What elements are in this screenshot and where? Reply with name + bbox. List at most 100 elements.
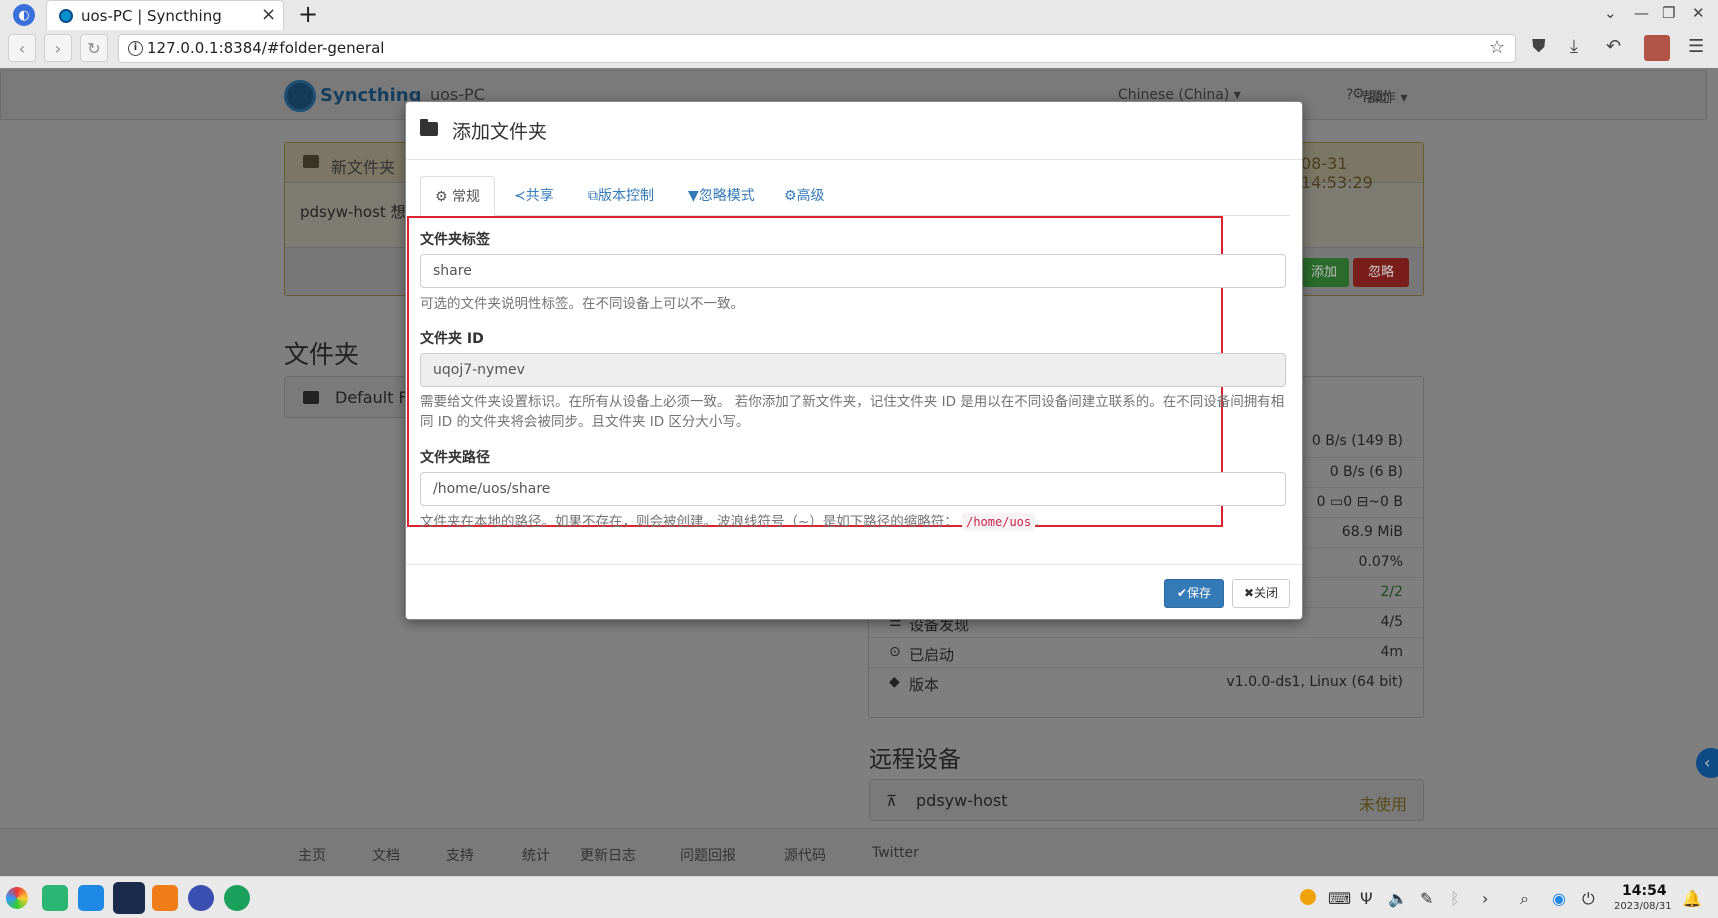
back-icon[interactable]: ‹ — [8, 34, 36, 62]
side-panel-toggle-icon[interactable]: ‹ — [1696, 748, 1718, 778]
url-text[interactable]: 127.0.0.1:8384/#folder-general — [147, 39, 384, 57]
share-icon: ≺ — [514, 188, 526, 204]
clock-date[interactable]: 2023/08/31 — [1614, 901, 1672, 912]
extension-icon[interactable]: ⛊ — [1532, 36, 1546, 57]
ignore-button[interactable]: 忽略 — [1353, 258, 1409, 287]
user-avatar[interactable] — [1644, 35, 1670, 61]
footer-link-changelog[interactable]: 更新日志 — [580, 845, 636, 865]
close-window-icon[interactable]: ✕ — [1692, 4, 1705, 22]
tab-ignore-patterns[interactable]: ▼忽略模式 — [674, 176, 769, 216]
folder-id-help: 需要给文件夹设置标识。在所有从设备上必须一致。 若你添加了新文件夹，记住文件夹 … — [420, 394, 1285, 430]
browser-tab[interactable]: uos-PC | Syncthing × — [46, 0, 284, 30]
notice-time: 08-31 14:53:29 — [1301, 154, 1373, 192]
tag-icon: ◆ — [889, 674, 900, 690]
remote-device-name: pdsyw-host — [916, 791, 1008, 810]
add-button[interactable]: 添加 — [1299, 258, 1349, 287]
stat-value: 0.07% — [1358, 554, 1403, 570]
stat-value: 4/5 — [1380, 614, 1403, 630]
close-label: 关闭 — [1254, 586, 1279, 600]
footer-link-stats[interactable]: 统计 — [522, 845, 550, 865]
save-button[interactable]: ✔保存 — [1164, 579, 1224, 608]
browser-nav-bar: ‹ › ↻ i 127.0.0.1:8384/#folder-general ☆… — [0, 30, 1718, 68]
stat-row: ⊙ 已启动 4m — [869, 637, 1423, 667]
stat-value: 0 ▭0 ⊟~0 B — [1316, 494, 1403, 510]
notification-bell-icon[interactable]: 🔔 — [1682, 889, 1702, 908]
notice-title: 新文件夹 — [331, 158, 396, 177]
footer-link-issues[interactable]: 问题回报 — [680, 845, 736, 865]
tab-label: 高级 — [796, 188, 825, 204]
tab-close-icon[interactable]: × — [261, 4, 276, 25]
stat-value: v1.0.0-ds1, Linux (64 bit) — [1226, 674, 1403, 690]
search-icon[interactable]: ⌕ — [1520, 889, 1529, 909]
settings-app-icon[interactable] — [188, 885, 214, 911]
download-icon[interactable]: ⤓ — [1570, 36, 1578, 57]
address-bar[interactable]: i 127.0.0.1:8384/#folder-general ☆ — [118, 34, 1516, 63]
folder-id-label: 文件夹 ID — [420, 331, 484, 347]
network-icon[interactable]: ◉ — [1552, 889, 1566, 908]
menu-icon[interactable]: ☰ — [1688, 36, 1704, 57]
folder-label-help: 可选的文件夹说明性标签。在不同设备上可以不一致。 — [420, 296, 744, 312]
folder-id-input[interactable] — [420, 353, 1286, 387]
maximize-icon[interactable]: ❐ — [1662, 4, 1675, 22]
remote-device-status: 未使用 — [1358, 795, 1407, 814]
syncthing-logo-icon — [284, 80, 316, 112]
home-path-code: /home/uos — [962, 513, 1036, 531]
new-tab-icon[interactable]: + — [298, 1, 318, 27]
minimize-icon[interactable]: — — [1634, 4, 1649, 22]
tab-general[interactable]: ⚙ 常规 — [420, 176, 496, 217]
keyboard-icon[interactable]: ⌨ — [1328, 889, 1351, 908]
footer-link-support[interactable]: 支持 — [446, 845, 474, 865]
chevron-right-icon[interactable]: › — [1482, 889, 1488, 908]
files-app-icon[interactable] — [152, 885, 178, 911]
browser-app-icon[interactable] — [113, 882, 145, 914]
browser-tab-bar: ◐ uos-PC | Syncthing × + ⌄ — ❐ ✕ — [0, 0, 1718, 30]
remote-device-item[interactable]: ⊼ pdsyw-host 未使用 — [869, 779, 1424, 821]
clock-time[interactable]: 14:54 — [1622, 883, 1667, 899]
volume-icon[interactable]: 🔈 — [1388, 889, 1408, 908]
browser-logo-icon[interactable]: ◐ — [13, 4, 35, 26]
site-info-icon[interactable]: i — [128, 41, 143, 56]
tab-advanced[interactable]: ⚙高级 — [770, 176, 839, 216]
page-footer: 主页 文档 支持 统计 更新日志 问题回报 源代码 Twitter — [0, 828, 1718, 876]
tab-title: uos-PC | Syncthing — [81, 7, 222, 25]
undo-icon[interactable]: ↶ — [1606, 36, 1621, 57]
footer-link-docs[interactable]: 文档 — [372, 845, 400, 865]
close-button[interactable]: ✖关闭 — [1232, 579, 1290, 608]
terminal-app-icon[interactable] — [42, 885, 68, 911]
folders-heading: 文件夹 — [284, 340, 360, 369]
input-method-icon[interactable] — [1300, 889, 1316, 905]
help-suffix: . — [1035, 514, 1040, 530]
footer-link-source[interactable]: 源代码 — [784, 845, 826, 865]
bookmark-star-icon[interactable]: ☆ — [1489, 37, 1505, 58]
actions-menu[interactable]: 操作 ▾ — [1368, 87, 1407, 107]
folder-icon — [420, 119, 438, 136]
folder-path-help: 文件夹在本地的路径。如果不存在，则会被创建。波浪线符号（~）是如下路径的缩略符：… — [420, 512, 1290, 532]
syncthing-favicon-icon — [59, 9, 73, 23]
power-icon[interactable]: ⏻ — [1582, 889, 1595, 909]
folder-path-input[interactable] — [420, 472, 1286, 506]
chevron-down-icon[interactable]: ⌄ — [1604, 4, 1617, 22]
stat-value: 68.9 MiB — [1341, 524, 1403, 540]
footer-link-home[interactable]: 主页 — [298, 845, 326, 865]
usb-icon[interactable]: Ψ — [1360, 889, 1373, 908]
tab-versioning[interactable]: ⧉版本控制 — [574, 176, 668, 216]
footer-link-twitter[interactable]: Twitter — [872, 845, 919, 861]
launcher-icon[interactable] — [6, 887, 28, 909]
syncthing-app-icon[interactable] — [224, 885, 250, 911]
folder-icon — [303, 155, 319, 168]
tab-label: 忽略模式 — [698, 188, 755, 204]
forward-icon[interactable]: › — [44, 34, 72, 62]
store-app-icon[interactable] — [78, 885, 104, 911]
network-icon: ⊼ — [886, 792, 897, 810]
folder-label-input[interactable] — [420, 254, 1286, 288]
tab-label: 版本控制 — [598, 188, 654, 204]
reload-icon[interactable]: ↻ — [80, 34, 108, 62]
check-icon: ✔ — [1176, 586, 1188, 600]
tab-sharing[interactable]: ≺共享 — [500, 176, 568, 216]
close-icon: ✖ — [1243, 586, 1255, 600]
gear-icon: ⚙ — [435, 189, 448, 205]
pen-icon[interactable]: ✎ — [1420, 889, 1433, 908]
copy-icon: ⧉ — [588, 188, 598, 204]
cogs-icon: ⚙ — [784, 188, 797, 204]
bluetooth-icon[interactable]: ᛒ — [1450, 889, 1460, 908]
